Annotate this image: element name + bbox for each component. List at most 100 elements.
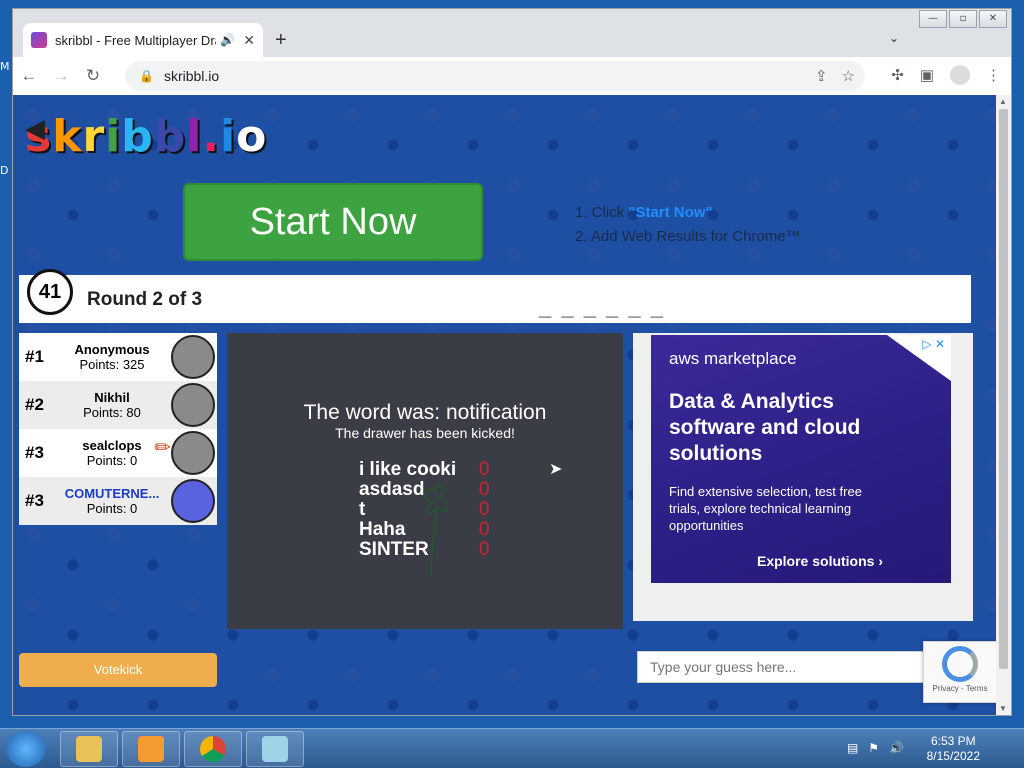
- player-points: Points: 0: [86, 501, 138, 516]
- score-value: 0: [479, 479, 490, 500]
- minimize-button[interactable]: —: [919, 10, 947, 28]
- close-tab-icon[interactable]: ✕: [243, 32, 255, 49]
- ad-headline: Data & Analytics software and cloud solu…: [669, 390, 861, 465]
- network-icon[interactable]: ▤: [847, 741, 858, 755]
- page-viewport: skribbl.io ◀ Start Now 1. Click "Start N…: [13, 95, 996, 715]
- ad-cta-link[interactable]: Explore solutions ›: [757, 553, 883, 569]
- sound-toggle-icon[interactable]: ◀: [25, 113, 45, 144]
- menu-kebab-icon[interactable]: ⋮: [986, 66, 1001, 84]
- windows-taskbar: ▤ ⚑ 🔊 6:53 PM 8/15/2022: [0, 728, 1024, 768]
- player-name: Anonymous: [74, 342, 150, 357]
- ad-step-1-link[interactable]: "Start Now": [628, 204, 712, 221]
- player-name: COMUTERNE...: [64, 486, 160, 501]
- system-tray: ▤ ⚑ 🔊: [847, 741, 904, 755]
- logo-letter: l: [186, 111, 203, 162]
- player-points: Points: 80: [83, 405, 141, 420]
- taskbar-media-player[interactable]: [122, 731, 180, 767]
- url-text: skribbl.io: [163, 68, 220, 84]
- score-value: 0: [479, 539, 490, 560]
- guess-input[interactable]: [637, 651, 933, 683]
- player-list: #1 Anonymous Points: 325 #2 Nikhil Points:…: [19, 333, 217, 525]
- score-player-name: i like cooki: [359, 459, 457, 480]
- ad-step-1: 1. Click: [575, 204, 629, 221]
- audio-playing-icon[interactable]: 🔊: [220, 33, 235, 47]
- logo-letter: i: [105, 111, 122, 162]
- logo-letter: b: [153, 111, 187, 162]
- app-icon: [262, 736, 288, 762]
- score-value: 0: [479, 499, 490, 520]
- score-player-name: Haha: [359, 519, 406, 540]
- volume-icon[interactable]: 🔊: [889, 741, 904, 755]
- ad-choices-icon[interactable]: ▷ ✕: [922, 337, 945, 351]
- skribbl-logo: skribbl.io: [25, 111, 267, 162]
- start-button[interactable]: [6, 731, 46, 767]
- maximize-button[interactable]: ▫: [949, 10, 977, 28]
- taskbar-explorer[interactable]: [60, 731, 118, 767]
- side-panel-icon[interactable]: ▣: [920, 66, 934, 84]
- recaptcha-badge[interactable]: Privacy - Terms: [923, 641, 996, 703]
- player-rank: #3: [25, 491, 44, 510]
- recaptcha-icon: [942, 646, 978, 682]
- player-rank: #3: [25, 443, 44, 462]
- browser-toolbar: ← → ↻ 🔒 skribbl.io ⇪ ☆ ✣ ▣ ⋮: [13, 57, 1011, 95]
- reload-icon[interactable]: ↻: [77, 66, 109, 86]
- scrollbar-thumb[interactable]: [999, 109, 1008, 669]
- ad-body: Find extensive selection, test free tria…: [669, 484, 862, 533]
- tab-search-icon[interactable]: ⌄: [889, 31, 899, 45]
- player-name: Nikhil: [94, 390, 130, 405]
- round-scores: i like cooki 0 asdasd 0 t 0 Haha 0 SINTER 0: [359, 459, 490, 560]
- player-points: Points: 325: [79, 357, 145, 372]
- player-avatar-icon: [171, 383, 215, 427]
- aws-marketplace-ad[interactable]: ▷ ✕ aws marketplace Data & Analytics sof…: [651, 335, 951, 583]
- close-window-button[interactable]: ✕: [979, 10, 1007, 28]
- page-scrollbar[interactable]: ▲ ▼: [996, 95, 1011, 715]
- player-row[interactable]: #3 COMUTERNE... Points: 0: [19, 477, 217, 525]
- player-row[interactable]: #2 Nikhil Points: 80: [19, 381, 217, 429]
- clock-date: 8/15/2022: [926, 749, 980, 763]
- player-row[interactable]: #3 sealclops Points: 0 ✏: [19, 429, 217, 477]
- score-player-name: t: [359, 499, 366, 520]
- folder-icon: [76, 736, 102, 762]
- score-value: 0: [479, 519, 490, 540]
- flag-icon[interactable]: ⚑: [868, 741, 879, 755]
- score-player-name: asdasd: [359, 479, 425, 500]
- drawing-canvas[interactable]: The word was: notification The drawer ha…: [227, 333, 623, 629]
- taskbar-clock[interactable]: 6:53 PM 8/15/2022: [927, 734, 980, 764]
- scroll-up-icon[interactable]: ▲: [999, 97, 1007, 106]
- new-tab-button[interactable]: +: [275, 29, 287, 52]
- score-value: 0: [479, 459, 490, 480]
- clock-time: 6:53 PM: [930, 734, 976, 748]
- player-avatar-icon: [171, 431, 215, 475]
- extensions-icon[interactable]: ✣: [891, 66, 904, 84]
- forward-icon[interactable]: →: [45, 66, 77, 86]
- word-hint: _ _ _ _ _ _: [539, 295, 665, 320]
- tab-title: skribbl - Free Multiplayer Dra: [55, 32, 217, 48]
- taskbar-chrome[interactable]: [184, 731, 242, 767]
- taskbar-app[interactable]: [246, 731, 304, 767]
- browser-tab[interactable]: skribbl - Free Multiplayer Dra 🔊 ✕: [23, 23, 263, 57]
- share-icon[interactable]: ⇪: [815, 67, 828, 85]
- player-row[interactable]: #1 Anonymous Points: 325: [19, 333, 217, 381]
- logo-letter: r: [82, 111, 106, 162]
- profile-icon[interactable]: [950, 65, 970, 85]
- drawer-kicked-message: The drawer has been kicked!: [335, 425, 515, 441]
- votekick-button[interactable]: Votekick: [19, 653, 217, 687]
- mouse-cursor-icon: ➤: [549, 461, 563, 478]
- player-rank: #1: [25, 347, 44, 366]
- back-icon[interactable]: ←: [13, 66, 45, 86]
- recaptcha-links[interactable]: Privacy - Terms: [924, 684, 996, 693]
- player-rank: #2: [25, 395, 44, 414]
- favicon-icon: [31, 32, 47, 48]
- ad-instructions: 1. Click "Start Now" 2. Add Web Results …: [575, 201, 801, 249]
- start-now-ad-button[interactable]: Start Now: [183, 183, 483, 261]
- chrome-icon: [200, 736, 226, 762]
- logo-letter: k: [52, 111, 83, 162]
- bookmark-star-icon[interactable]: ☆: [842, 67, 855, 85]
- drawing-pencil-icon: ✏: [154, 437, 171, 459]
- address-bar[interactable]: 🔒 skribbl.io ⇪ ☆: [125, 61, 865, 91]
- scroll-down-icon[interactable]: ▼: [999, 704, 1007, 713]
- lock-icon[interactable]: 🔒: [139, 69, 154, 83]
- browser-window: — ▫ ✕ skribbl - Free Multiplayer Dra 🔊 ✕…: [12, 8, 1012, 716]
- logo-letter: i: [220, 111, 237, 162]
- window-controls: — ▫ ✕: [917, 10, 1007, 28]
